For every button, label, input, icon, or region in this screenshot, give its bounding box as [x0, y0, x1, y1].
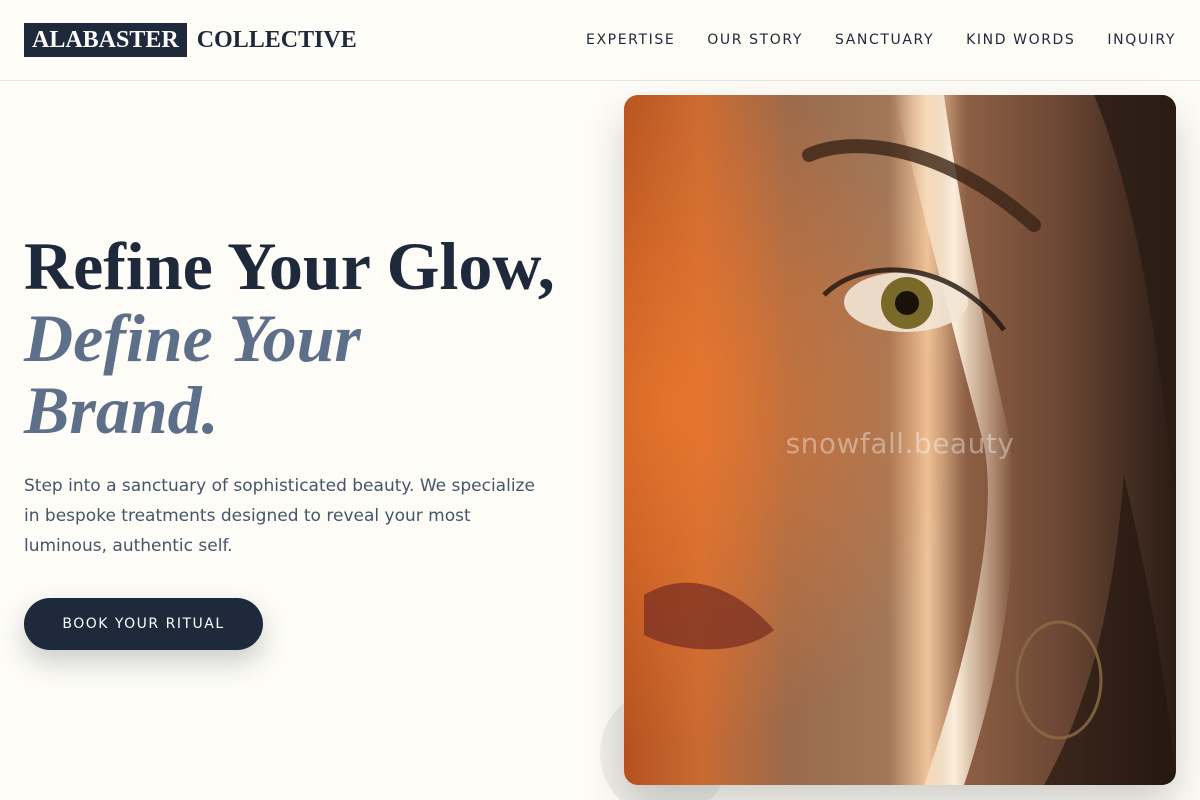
site-header: ALABASTER COLLECTIVE EXPERTISE OUR STORY… [0, 0, 1200, 81]
image-watermark: snowfall.beauty [785, 427, 1015, 460]
nav-link-expertise[interactable]: EXPERTISE [586, 32, 675, 48]
book-ritual-button[interactable]: BOOK YOUR RITUAL [24, 598, 263, 650]
nav-link-our-story[interactable]: OUR STORY [707, 32, 803, 48]
nav-link-sanctuary[interactable]: SANCTUARY [835, 32, 934, 48]
hero-title-line3: Brand. [24, 372, 219, 448]
nav-link-kind-words[interactable]: KIND WORDS [966, 32, 1075, 48]
nav-link-inquiry[interactable]: INQUIRY [1107, 32, 1176, 48]
brand-logo-text: COLLECTIVE [196, 26, 357, 53]
hero-title-line2: Define Your [24, 300, 361, 376]
main-nav: EXPERTISE OUR STORY SANCTUARY KIND WORDS… [586, 32, 1176, 48]
hero-portrait-image: snowfall.beauty [624, 95, 1176, 785]
hero-description: Step into a sanctuary of sophisticated b… [24, 476, 535, 556]
hero-title: Refine Your Glow, Define Your Brand. [24, 230, 604, 446]
brand-logo[interactable]: ALABASTER COLLECTIVE [24, 23, 357, 57]
hero-title-line1: Refine Your Glow, [24, 228, 555, 304]
brand-logo-boxed: ALABASTER [24, 23, 187, 57]
